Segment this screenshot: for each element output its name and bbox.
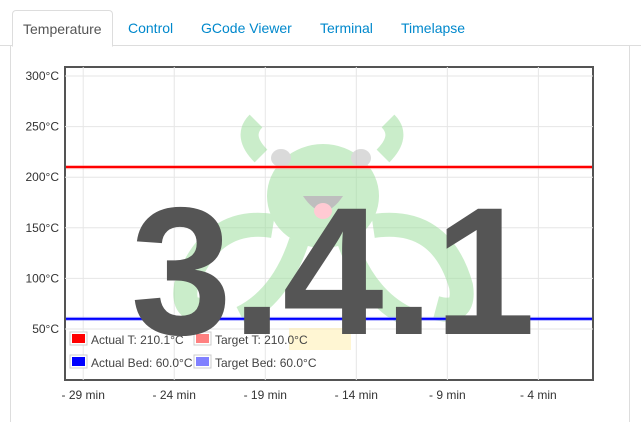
y-tick-label: 250°C — [26, 120, 60, 134]
x-tick-label: - 4 min — [520, 388, 557, 402]
y-axis-ticks: 50°C 100°C 150°C 200°C 250°C 300°C — [26, 69, 60, 336]
x-tick-label: - 29 min — [62, 388, 105, 402]
tab-temperature[interactable]: Temperature — [12, 10, 113, 47]
y-tick-label: 100°C — [26, 271, 60, 285]
tab-terminal[interactable]: Terminal — [310, 10, 383, 46]
x-tick-label: - 9 min — [429, 388, 466, 402]
x-axis-ticks: - 29 min - 24 min - 19 min - 14 min - 9 min -… — [62, 388, 557, 402]
legend-color-actual-bed — [72, 357, 85, 366]
y-tick-label: 150°C — [26, 221, 60, 235]
tab-bar: Temperature Control GCode Viewer Termina… — [0, 0, 641, 47]
x-tick-label: - 14 min — [335, 388, 378, 402]
temperature-chart: 50°C100°C150°C200°C250°C300°C - 29 min - … — [26, 66, 594, 402]
tab-timelapse[interactable]: Timelapse — [391, 10, 475, 46]
y-tick-label: 300°C — [26, 69, 60, 83]
tab-gcode-viewer[interactable]: GCode Viewer — [191, 10, 302, 46]
x-tick-label: - 24 min — [153, 388, 196, 402]
y-tick-label: 50°C — [32, 322, 59, 336]
y-tick-label: 200°C — [26, 170, 60, 184]
version-overlay: 3.4.1 — [131, 169, 536, 373]
temperature-panel: 50°C 100°C 150°C 200°C 250°C 300°C - 29 min - … — [10, 46, 630, 422]
legend-color-actual-t — [72, 334, 85, 343]
tab-control[interactable]: Control — [118, 10, 183, 46]
x-tick-label: - 19 min — [244, 388, 287, 402]
